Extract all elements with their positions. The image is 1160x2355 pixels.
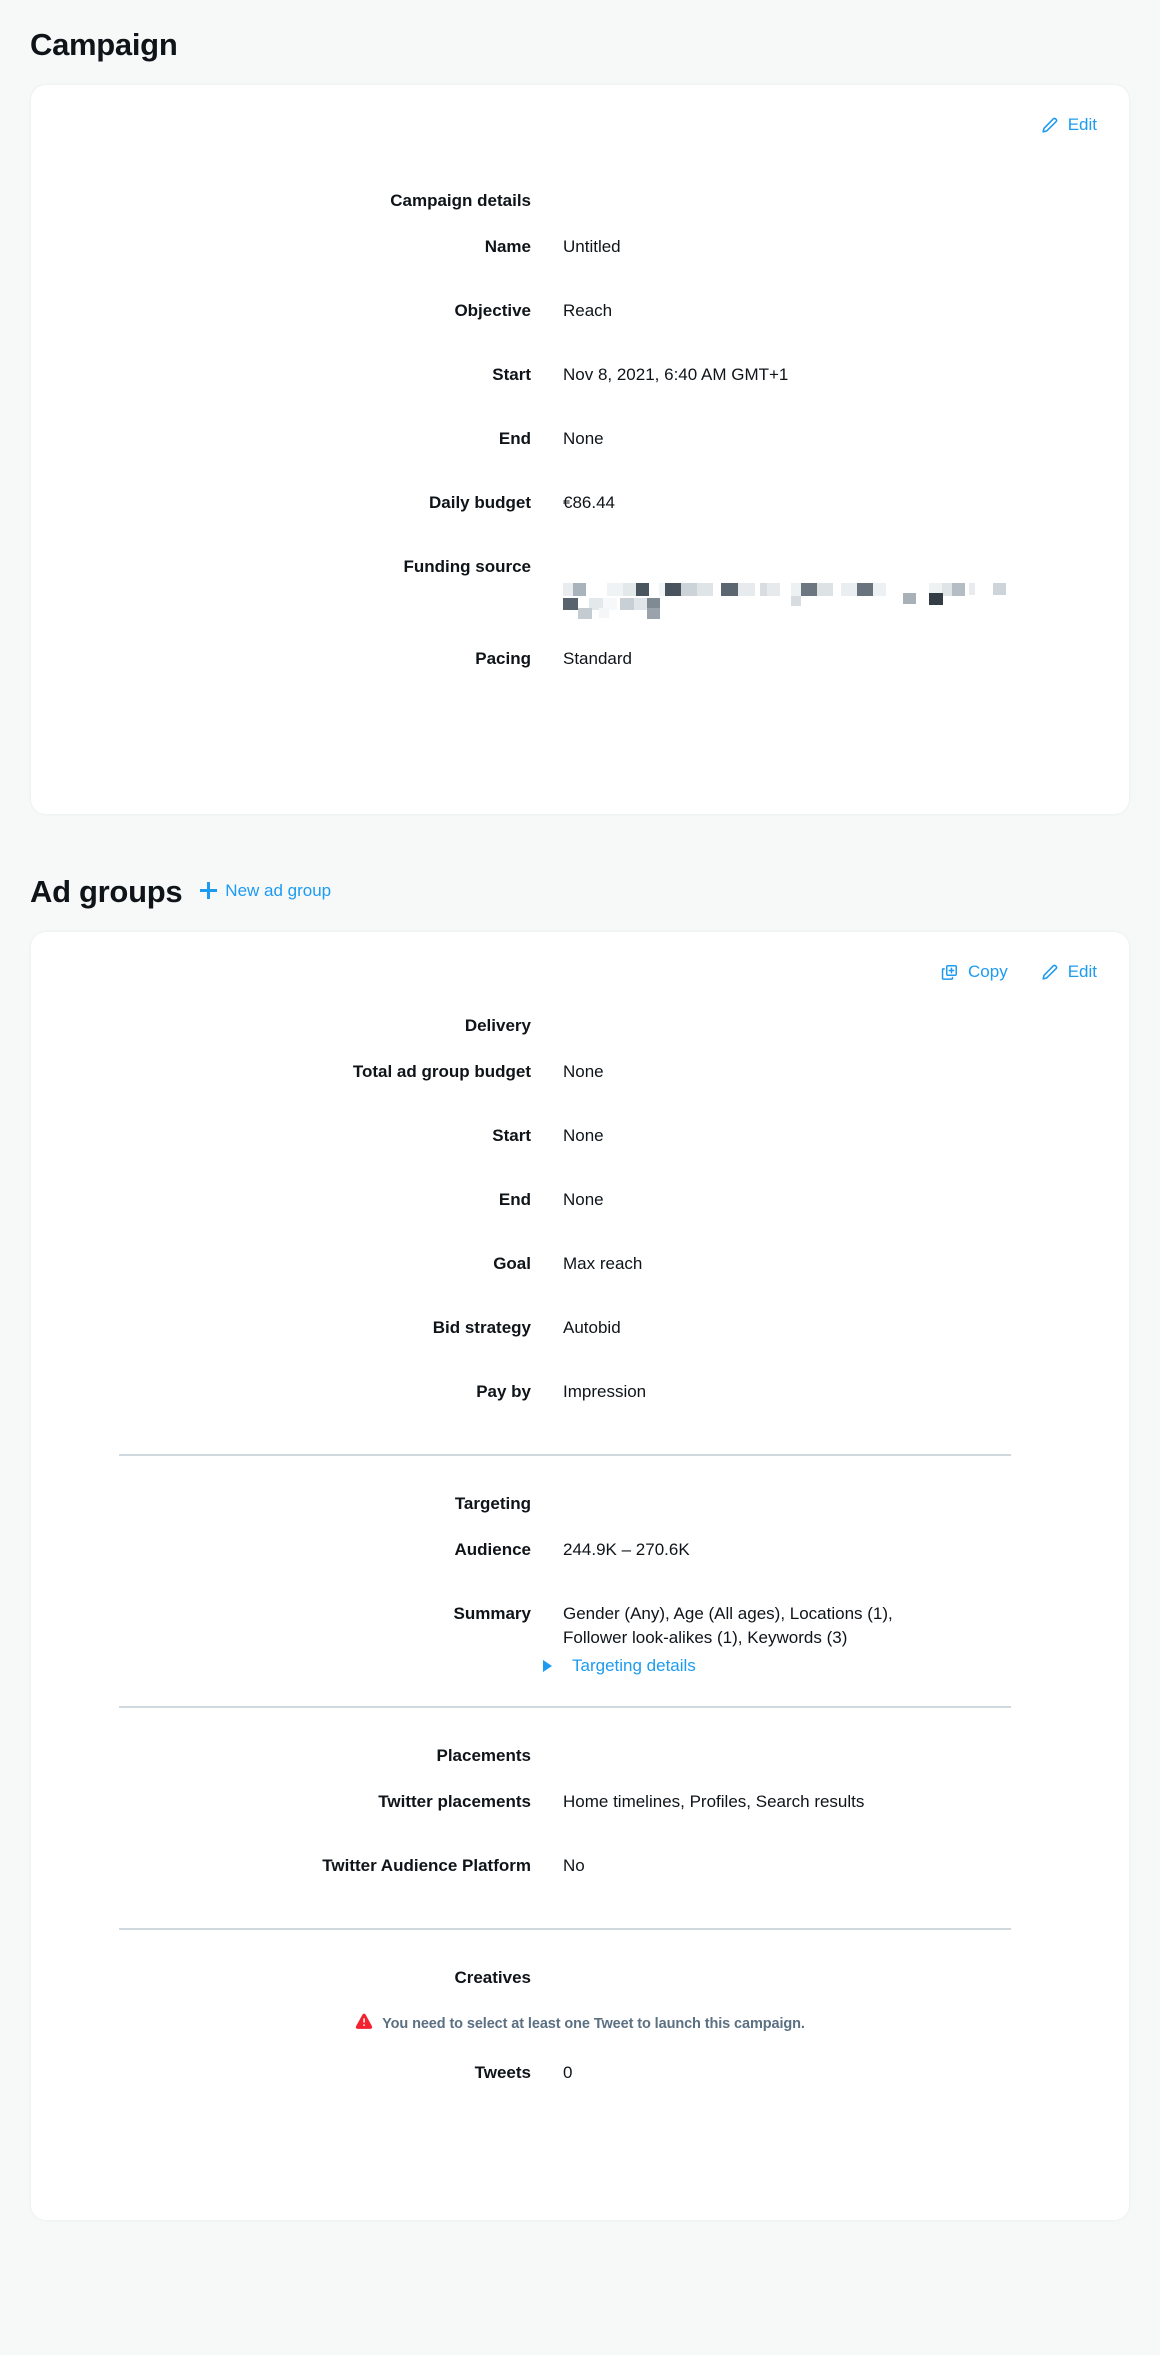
field-label-twitter-audience-platform: Twitter Audience Platform [322,1856,531,1876]
targeting-section: Targeting Audience 244.9K – 270.6K Summa… [31,1456,1129,1676]
ad-group-card: Copy Edit Delivery Total ad group budget… [30,931,1130,2222]
field-label-summary: Summary [453,1604,531,1624]
creatives-title-row: Creatives [31,1966,1129,1990]
plus-icon [200,882,218,900]
field-label-start: Start [492,365,531,385]
field-row-twitter-audience-platform: Twitter Audience Platform No [31,1854,1129,1898]
field-value-total-ad-group-budget: None [563,1062,604,1082]
field-value-goal: Max reach [563,1254,643,1274]
field-label-adgroup-start: Start [492,1126,531,1146]
field-value-twitter-placements: Home timelines, Profiles, Search results [563,1792,865,1812]
field-row-bid-strategy: Bid strategy Autobid [31,1316,1129,1360]
field-label-total-ad-group-budget: Total ad group budget [352,1062,531,1082]
delivery-title-row: Delivery [31,1014,1129,1038]
field-label-funding-source: Funding source [403,557,532,577]
pencil-icon [1040,116,1059,135]
field-value-summary: Gender (Any), Age (All ages), Locations … [563,1604,893,1648]
placements-section: Placements Twitter placements Home timel… [31,1708,1129,1898]
delivery-section: Delivery Total ad group budget None Star… [31,932,1129,1424]
campaign-card-actions: Edit [1040,115,1097,135]
field-value-twitter-audience-platform: No [563,1856,585,1876]
field-row-tweets: Tweets 0 [31,2061,1129,2105]
field-value-adgroup-start: None [563,1126,604,1146]
field-value-start: Nov 8, 2021, 6:40 AM GMT+1 [563,365,789,385]
field-value-pacing: Standard [563,649,632,669]
placements-title-row: Placements [31,1744,1129,1768]
campaign-edit-button[interactable]: Edit [1040,115,1097,135]
new-ad-group-button[interactable]: New ad group [200,881,331,901]
creatives-title: Creatives [454,1968,531,1988]
adgroups-section-header: Ad groups New ad group [30,815,1130,931]
field-label-end: End [498,429,531,449]
field-value-audience: 244.9K – 270.6K [563,1540,690,1560]
field-label-audience: Audience [454,1540,531,1560]
triangle-right-icon[interactable] [543,1659,552,1672]
field-value-daily-budget: €86.44 [563,493,615,513]
field-label-objective: Objective [454,301,531,321]
field-row-daily-budget: Daily budget €86.44 [31,491,1129,535]
creatives-warning: You need to select at least one Tweet to… [31,2012,1129,2035]
field-value-name: Untitled [563,237,621,257]
field-row-objective: Objective Reach [31,299,1129,343]
field-row-adgroup-start: Start None [31,1124,1129,1168]
targeting-details-row: Targeting details [31,1656,1129,1676]
targeting-title-row: Targeting [31,1492,1129,1516]
campaign-card: Edit Campaign details Name Untitled Obje… [30,84,1130,816]
field-label-adgroup-end: End [498,1190,531,1210]
field-label-pay-by: Pay by [476,1382,531,1402]
field-label-goal: Goal [493,1254,531,1274]
campaign-details-title: Campaign details [390,191,531,211]
ad-group-card-actions: Copy Edit [940,962,1097,982]
field-row-adgroup-end: End None [31,1188,1129,1232]
campaign-review-page: Campaign Edit Campaign details Name Unti… [0,0,1160,2222]
field-row-pay-by: Pay by Impression [31,1380,1129,1424]
disclosure-spacer [31,1657,563,1675]
ad-group-edit-button[interactable]: Edit [1040,962,1097,982]
ad-group-copy-label: Copy [968,962,1008,982]
creatives-warning-text: You need to select at least one Tweet to… [382,2015,805,2032]
redacted-value-icon [563,579,1006,623]
adgroups-title: Ad groups [30,874,183,910]
delivery-title: Delivery [464,1016,531,1036]
field-row-summary: Summary Gender (Any), Age (All ages), Lo… [31,1602,1129,1650]
field-row-audience: Audience 244.9K – 270.6K [31,1538,1129,1582]
alert-triangle-icon [355,2012,373,2035]
field-label-tweets: Tweets [474,2063,531,2083]
campaign-details-group-title-row: Campaign details [31,189,1129,213]
field-row-start: Start Nov 8, 2021, 6:40 AM GMT+1 [31,363,1129,407]
field-label-daily-budget: Daily budget [428,493,531,513]
ad-group-copy-button[interactable]: Copy [940,962,1008,982]
field-row-total-ad-group-budget: Total ad group budget None [31,1060,1129,1104]
field-value-bid-strategy: Autobid [563,1318,621,1338]
field-row-pacing: Pacing Standard [31,647,1129,691]
field-label-bid-strategy: Bid strategy [432,1318,531,1338]
field-label-twitter-placements: Twitter placements [378,1792,531,1812]
field-value-pay-by: Impression [563,1382,647,1402]
field-value-objective: Reach [563,301,613,321]
field-value-funding-source [563,555,1129,647]
new-ad-group-label: New ad group [225,880,332,900]
placements-title: Placements [436,1746,532,1766]
campaign-details-fields: Campaign details Name Untitled Objective… [31,85,1129,691]
creatives-section: Creatives You need to select at least on… [31,1930,1129,2105]
field-value-end: None [563,429,604,449]
targeting-title: Targeting [454,1494,531,1514]
campaign-edit-label: Edit [1067,115,1097,135]
field-row-twitter-placements: Twitter placements Home timelines, Profi… [31,1790,1129,1834]
field-value-adgroup-end: None [563,1190,604,1210]
campaign-section-header: Campaign [30,0,1130,84]
targeting-details-link[interactable]: Targeting details [572,1656,696,1676]
ad-group-edit-label: Edit [1067,962,1097,982]
field-row-funding-source: Funding source [31,555,1129,647]
field-label-pacing: Pacing [475,649,531,669]
duplicate-icon [940,963,959,982]
field-row-end: End None [31,427,1129,471]
pencil-icon [1040,963,1059,982]
page-title: Campaign [30,27,178,62]
field-value-tweets: 0 [563,2063,573,2083]
field-row-goal: Goal Max reach [31,1252,1129,1296]
field-row-name: Name Untitled [31,235,1129,279]
field-label-name: Name [484,237,531,257]
